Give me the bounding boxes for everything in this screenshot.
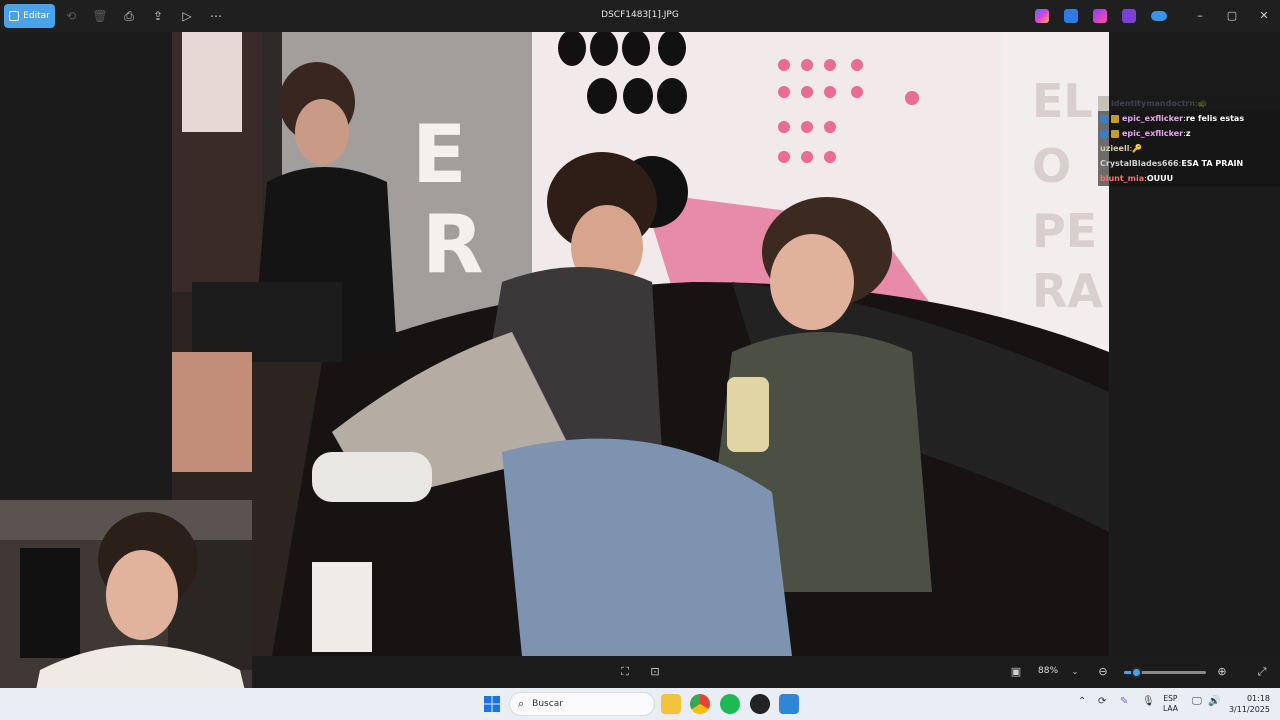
chat-text: OUUU	[1146, 174, 1174, 183]
windows-taskbar: ⌕ Buscar ⌃ ⟳ ✎ 🎙 ESP LAA 🖵 🔊 01:18 3/11/…	[0, 688, 1280, 720]
taskbar-search-box[interactable]: ⌕ Buscar	[509, 692, 655, 716]
print-icon[interactable]: ⎙	[121, 8, 137, 24]
photo-image: EL O PE RA E R	[172, 32, 1109, 656]
windows-start-icon[interactable]	[482, 694, 502, 714]
zoom-dropdown-chevron-icon[interactable]: ⌄	[1067, 664, 1083, 680]
spotify-icon[interactable]	[720, 694, 740, 714]
webcam-overlay	[0, 500, 252, 720]
rotate-icon[interactable]: ⟲	[63, 8, 79, 24]
chat-message: epic_exflicker : re felis estas	[1098, 111, 1280, 126]
zoom-level[interactable]: 88%	[1038, 666, 1058, 676]
svg-text:R: R	[422, 198, 484, 291]
chat-text: re felis estas	[1185, 114, 1245, 123]
chat-badge-icon	[1100, 114, 1108, 123]
onedrive-icon[interactable]	[1151, 11, 1167, 21]
maximize-button[interactable]: ▢	[1224, 8, 1240, 24]
copilot-icon[interactable]	[1035, 9, 1049, 23]
zoom-slider-thumb[interactable]	[1131, 667, 1143, 678]
chat-message: CrystalBlades666 : ESA TA PRAIN	[1098, 156, 1280, 171]
search-placeholder: Buscar	[532, 699, 563, 709]
chat-username: identitymandoctrn	[1111, 99, 1196, 108]
chrome-icon[interactable]	[690, 694, 710, 714]
minimize-button[interactable]: –	[1192, 8, 1208, 24]
viewer-bottom-toolbar: ⛶ ⊡ ▣ 88% ⌄ ⊖ ⊕ ⤢	[252, 656, 1280, 688]
chat-username: CrystalBlades666	[1100, 159, 1179, 168]
chat-text: 🔑	[1132, 144, 1143, 153]
edit-button[interactable]: Editar	[4, 4, 55, 28]
slideshow-icon[interactable]: ▷	[179, 8, 195, 24]
chat-message: uzieell : 🔑	[1098, 141, 1280, 156]
zoom-in-icon[interactable]: ⊕	[1214, 664, 1230, 680]
designer-icon[interactable]	[1064, 9, 1078, 23]
chat-username: blunt_mia	[1100, 174, 1145, 183]
close-button[interactable]: ✕	[1256, 8, 1272, 24]
fit-to-window-icon[interactable]: ⛶	[617, 664, 633, 680]
chat-username: uzieell	[1100, 144, 1130, 153]
search-icon: ⌕	[518, 697, 525, 710]
chat-text: z	[1185, 129, 1191, 138]
scan-text-icon[interactable]: ⊡	[647, 664, 663, 680]
clipchamp-icon[interactable]	[1093, 9, 1107, 23]
fullscreen-icon[interactable]: ⤢	[1254, 664, 1270, 680]
file-explorer-icon[interactable]	[661, 694, 681, 714]
edit-icon	[9, 11, 20, 21]
video-editor-icon[interactable]	[1122, 9, 1136, 23]
stream-chat-overlay: identitymandoctrn : 🐢 epic_exflicker : r…	[1098, 96, 1280, 186]
keyboard-layout: LAA	[1163, 704, 1178, 713]
edit-button-label: Editar	[23, 11, 50, 21]
svg-text:RA: RA	[1032, 264, 1103, 318]
chat-username: epic_exflicker	[1122, 114, 1184, 123]
chat-badge-icon	[1111, 114, 1119, 123]
photos-app-icon[interactable]	[779, 694, 799, 714]
more-icon[interactable]: ⋯	[208, 8, 224, 24]
title-bar: Editar ⟲ 🗑 ⎙ ⇪ ▷ ⋯ DSCF1483[1].JPG – ▢ ✕	[0, 0, 1280, 32]
svg-text:E: E	[412, 108, 467, 201]
actual-size-icon[interactable]: ▣	[1008, 664, 1024, 680]
chat-badge-icon	[1100, 129, 1108, 138]
obs-icon[interactable]	[750, 694, 770, 714]
language-code: ESP	[1163, 694, 1178, 703]
clock-time: 01:18	[1246, 694, 1270, 703]
clock-date: 3/11/2025	[1228, 705, 1270, 714]
share-icon[interactable]: ⇪	[150, 8, 166, 24]
file-name: DSCF1483[1].JPG	[601, 10, 679, 20]
svg-text:O: O	[1032, 139, 1071, 193]
chat-message: identitymandoctrn : 🐢	[1098, 96, 1280, 111]
chat-badge-icon	[1111, 129, 1119, 138]
taskbar-clock[interactable]: 01:18 3/11/2025	[1226, 693, 1270, 715]
pen-icon[interactable]: ✎	[1120, 696, 1128, 707]
sync-icon[interactable]: ⟳	[1098, 696, 1106, 707]
chat-badge-icon	[1100, 99, 1108, 108]
input-language[interactable]: ESP LAA	[1163, 694, 1178, 714]
svg-text:PE: PE	[1032, 204, 1097, 258]
show-hidden-icons-chevron-icon[interactable]: ⌃	[1078, 696, 1086, 707]
svg-text:EL: EL	[1032, 74, 1093, 128]
photo-canvas[interactable]: EL O PE RA E R	[172, 32, 1109, 656]
volume-icon[interactable]: 🔊	[1208, 696, 1220, 707]
microphone-icon[interactable]: 🎙	[1142, 696, 1155, 707]
webcam-image	[0, 500, 252, 720]
chat-text: 🐢	[1197, 99, 1208, 108]
chat-message: blunt_mia : OUUU	[1098, 171, 1280, 186]
network-icon[interactable]: 🖵	[1192, 696, 1202, 707]
chat-username: epic_exflicker	[1122, 129, 1184, 138]
chat-text: ESA TA PRAIN	[1181, 159, 1244, 168]
delete-icon[interactable]: 🗑	[92, 8, 108, 24]
zoom-slider[interactable]	[1124, 667, 1206, 678]
zoom-out-icon[interactable]: ⊖	[1095, 664, 1111, 680]
chat-message: epic_exflicker : z	[1098, 126, 1280, 141]
